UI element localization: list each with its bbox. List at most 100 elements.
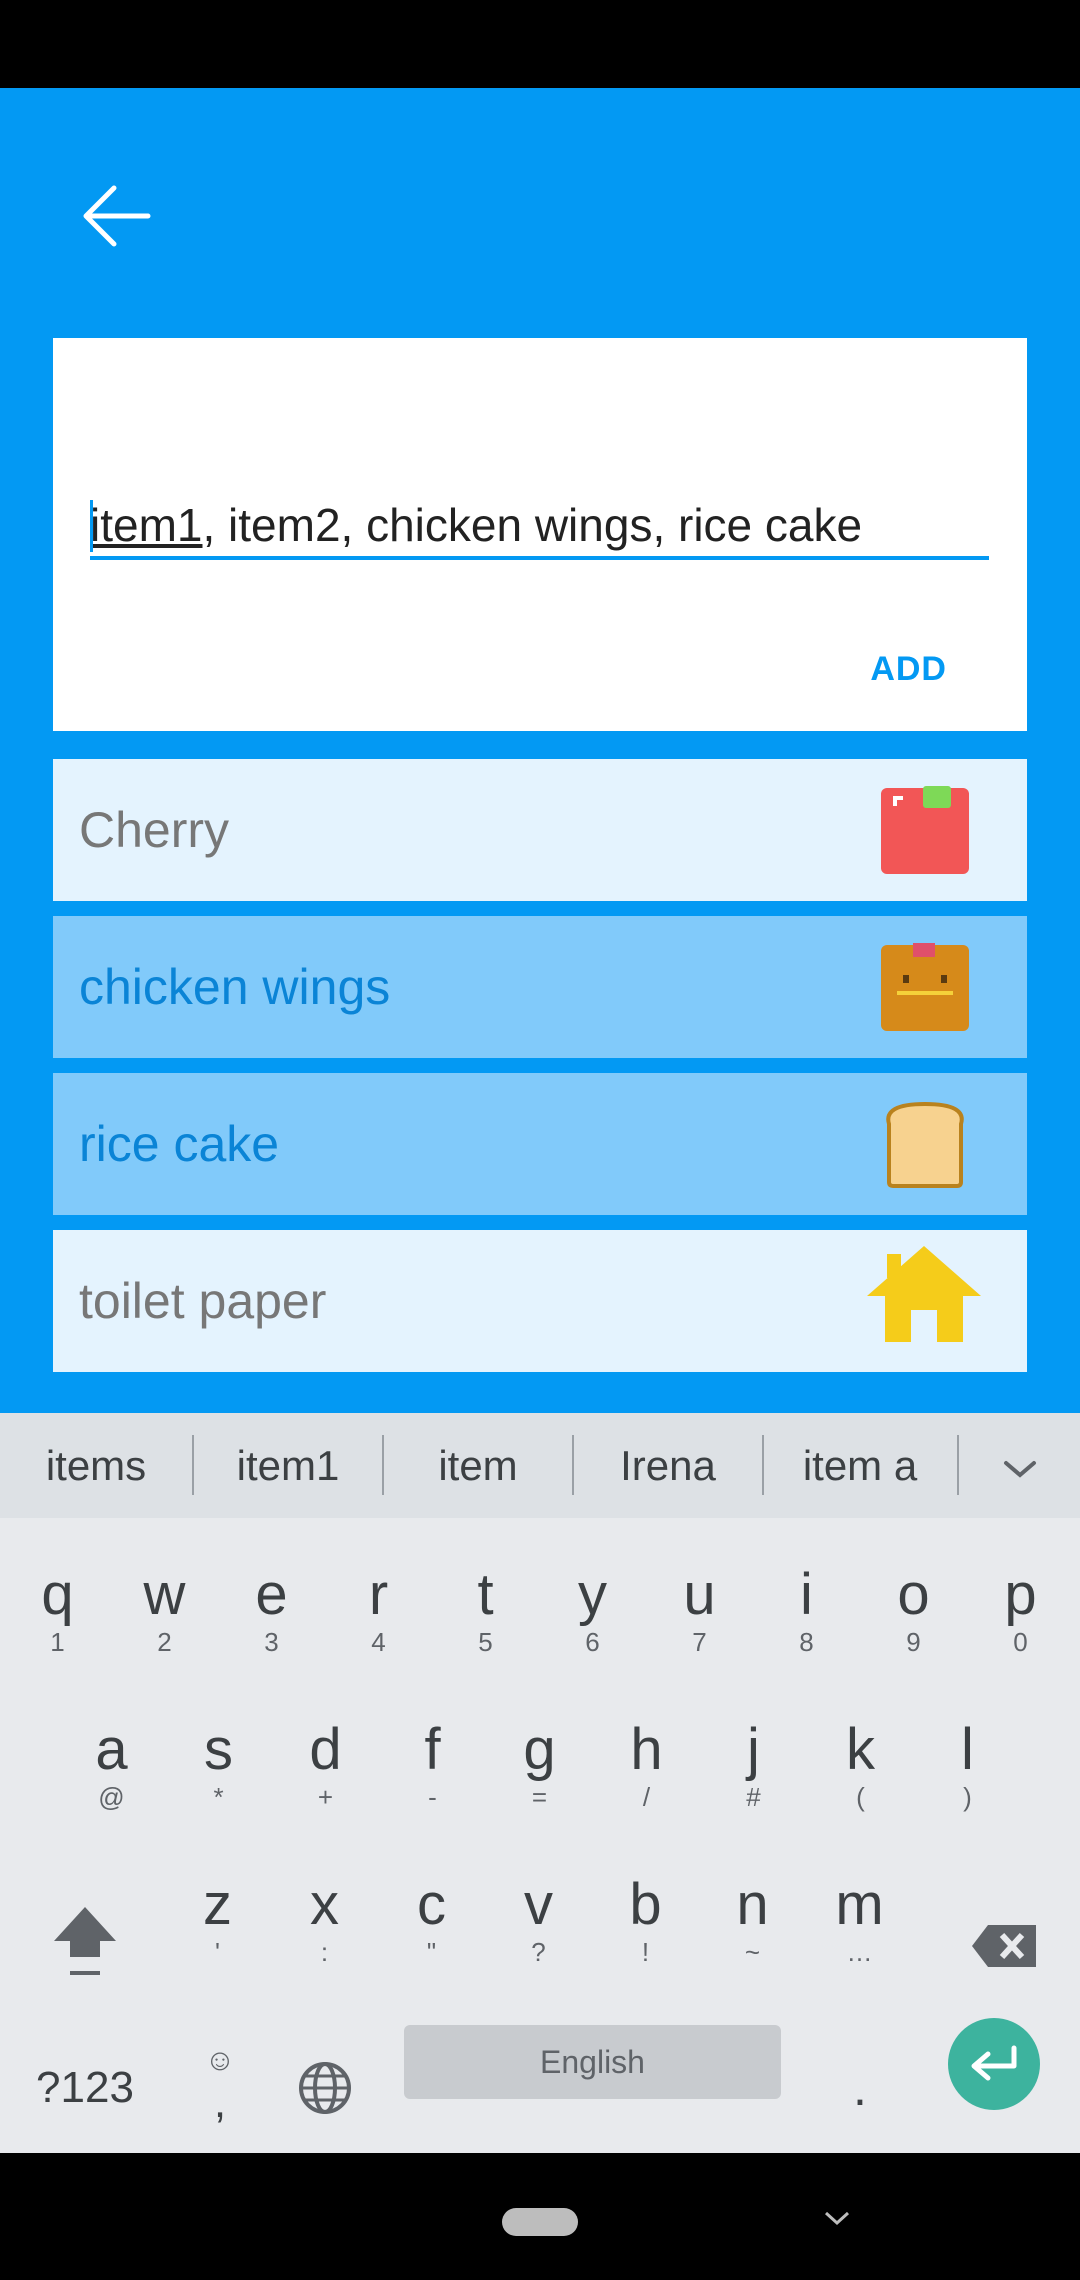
bread-icon: [879, 1098, 971, 1190]
key-main-char: f: [424, 1717, 441, 1782]
key-j[interactable]: j #: [700, 1718, 807, 1838]
space-bar[interactable]: English: [404, 2025, 781, 2099]
key-main-char: z: [203, 1872, 232, 1937]
key-alt-char: /: [642, 1782, 651, 1812]
soft-keyboard: items item1 item Irena item a q1w2e3r4t5…: [0, 1413, 1080, 2153]
key-main-char: j: [747, 1717, 760, 1782]
key-main-char: b: [629, 1872, 662, 1937]
back-arrow-icon[interactable]: [78, 178, 154, 254]
list-item[interactable]: toilet paper: [53, 1230, 1027, 1372]
key-s[interactable]: s *: [165, 1718, 272, 1838]
suggestion[interactable]: item1: [194, 1413, 382, 1518]
key-z[interactable]: z ': [164, 1873, 271, 1993]
key-main-char: l: [961, 1717, 974, 1782]
key-alt-char: +: [317, 1782, 334, 1812]
key-d[interactable]: d +: [272, 1718, 379, 1838]
key-alt-char: ): [963, 1782, 972, 1812]
key-g[interactable]: g =: [486, 1718, 593, 1838]
suggestion[interactable]: Irena: [574, 1413, 762, 1518]
enter-key[interactable]: [948, 2018, 1040, 2110]
key-alt-char: …: [846, 1937, 873, 1967]
input-rest-text: , item2, chicken wings, rice cake: [202, 499, 863, 551]
key-l[interactable]: l): [914, 1718, 1021, 1838]
key-alt-char: :: [320, 1937, 329, 1967]
key-main-char: x: [310, 1872, 339, 1937]
key-main-char: g: [523, 1717, 556, 1782]
collapse-suggestions-chevron-icon[interactable]: [960, 1413, 1080, 1518]
key-y[interactable]: y6: [539, 1563, 646, 1683]
chicken-wings-icon: [879, 941, 971, 1033]
key-main-char: c: [417, 1872, 446, 1937]
suggestion[interactable]: items: [0, 1413, 192, 1518]
key-alt-char: !: [641, 1937, 650, 1967]
key-main-char: o: [897, 1562, 930, 1627]
key-main-char: s: [204, 1717, 233, 1782]
key-o[interactable]: o9: [860, 1563, 967, 1683]
key-main-char: w: [143, 1562, 186, 1627]
key-e[interactable]: e3: [218, 1563, 325, 1683]
key-main-char: y: [578, 1562, 607, 1627]
key-w[interactable]: w2: [111, 1563, 218, 1683]
key-m[interactable]: m…: [806, 1873, 913, 1993]
add-button[interactable]: ADD: [870, 650, 947, 689]
key-p[interactable]: p0: [967, 1563, 1074, 1683]
shift-key[interactable]: [20, 1883, 150, 2003]
key-main-char: a: [95, 1717, 128, 1782]
items-input-text[interactable]: item1, item2, chicken wings, rice cake: [90, 494, 862, 556]
list-item[interactable]: rice cake: [53, 1073, 1027, 1215]
key-n[interactable]: n ~: [699, 1873, 806, 1993]
add-item-card: item1, item2, chicken wings, rice cake A…: [53, 338, 1027, 731]
key-alt-char: 0: [1013, 1627, 1028, 1657]
key-main-char: u: [683, 1562, 716, 1627]
key-alt-char: 6: [585, 1627, 600, 1657]
key-alt-char: ~: [744, 1937, 761, 1967]
key-x[interactable]: x:: [271, 1873, 378, 1993]
key-b[interactable]: b!: [592, 1873, 699, 1993]
text-cursor: [90, 500, 93, 552]
suggestion-strip: items item1 item Irena item a: [0, 1413, 1080, 1518]
home-pill[interactable]: [502, 2208, 578, 2236]
symbols-key[interactable]: ?123: [10, 2033, 160, 2143]
key-r[interactable]: r4: [325, 1563, 432, 1683]
key-main-char: p: [1004, 1562, 1037, 1627]
key-i[interactable]: i8: [753, 1563, 860, 1683]
key-alt-char: ": [426, 1937, 437, 1967]
backspace-icon[interactable]: [950, 1883, 1060, 2003]
key-alt-char: 1: [50, 1627, 65, 1657]
key-k[interactable]: k(: [807, 1718, 914, 1838]
key-main-char: e: [255, 1562, 288, 1627]
key-h[interactable]: h /: [593, 1718, 700, 1838]
list-item[interactable]: Cherry: [53, 759, 1027, 901]
smiley-icon: ☺: [204, 2044, 236, 2077]
list-item-label: rice cake: [79, 1116, 280, 1172]
key-v[interactable]: v?: [485, 1873, 592, 1993]
key-main-char: t: [477, 1562, 494, 1627]
hide-keyboard-chevron-icon[interactable]: [822, 2209, 852, 2234]
key-main-char: k: [846, 1717, 875, 1782]
key-a[interactable]: a @: [58, 1718, 165, 1838]
list-item-label: chicken wings: [79, 959, 391, 1015]
items-input[interactable]: item1, item2, chicken wings, rice cake: [90, 494, 989, 560]
key-alt-char: @: [98, 1782, 125, 1812]
key-main-char: d: [309, 1717, 342, 1782]
key-f[interactable]: f-: [379, 1718, 486, 1838]
key-t[interactable]: t5: [432, 1563, 539, 1683]
suggestion-divider: [957, 1435, 959, 1495]
suggestion[interactable]: item: [384, 1413, 572, 1518]
key-u[interactable]: u7: [646, 1563, 753, 1683]
key-alt-char: ': [215, 1937, 220, 1967]
period-key[interactable]: .: [810, 2033, 910, 2143]
globe-icon[interactable]: [280, 2033, 370, 2143]
suggestion[interactable]: item a: [764, 1413, 956, 1518]
key-q[interactable]: q1: [4, 1563, 111, 1683]
key-alt-char: =: [531, 1782, 548, 1812]
key-c[interactable]: c ": [378, 1873, 485, 1993]
key-alt-char: #: [746, 1782, 761, 1812]
key-main-char: v: [524, 1872, 553, 1937]
key-alt-char: 3: [264, 1627, 279, 1657]
app-screen: item1, item2, chicken wings, rice cake A…: [0, 88, 1080, 1413]
list-item[interactable]: chicken wings: [53, 916, 1027, 1058]
key-alt-char: 2: [157, 1627, 172, 1657]
emoji-comma-key[interactable]: ☺ ,: [170, 2033, 270, 2143]
cherry-icon: [879, 784, 971, 876]
